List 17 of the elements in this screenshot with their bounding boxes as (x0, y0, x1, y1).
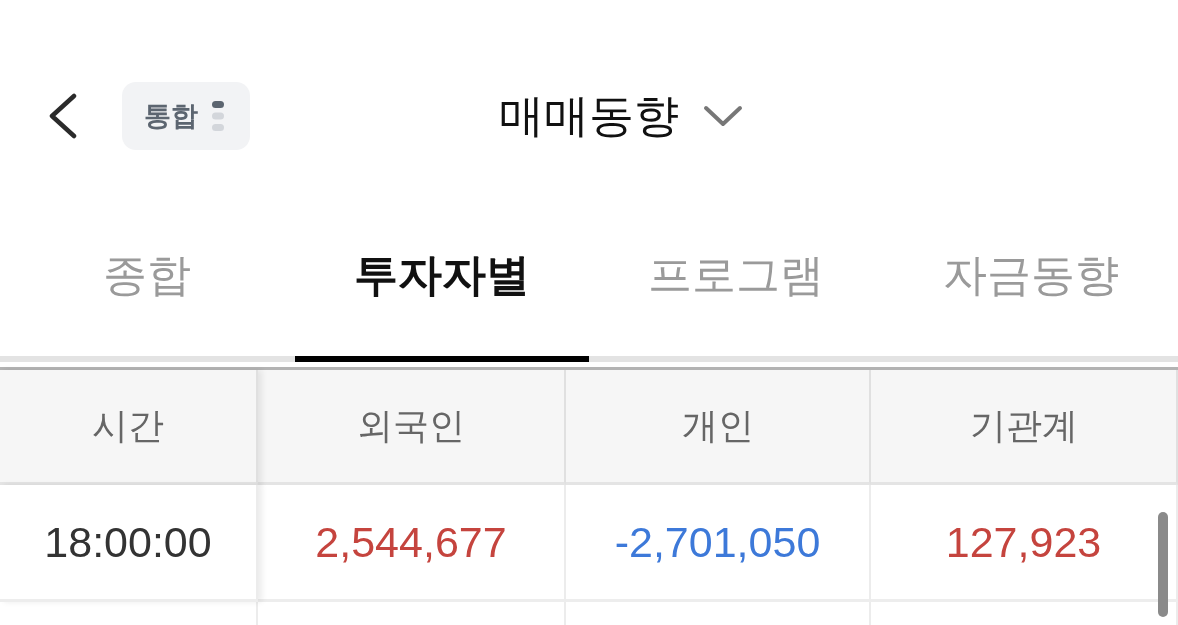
dots-icon (212, 101, 224, 131)
table-cell: 18:00:00 (44, 517, 212, 567)
chevron-left-icon (48, 93, 78, 139)
column-header: 시간 (0, 370, 258, 485)
tab[interactable]: 종합 (0, 202, 295, 362)
title-dropdown[interactable]: 매매동향 (435, 86, 743, 146)
table-cell: -2,701,050 (614, 517, 821, 567)
tab[interactable]: 자금동향 (883, 202, 1178, 362)
table-cell: 2,544,677 (315, 517, 507, 567)
column-header: 외국인 (258, 370, 566, 485)
column-header: 개인 (566, 370, 871, 485)
market-toggle[interactable]: 통합 (122, 82, 250, 150)
column-header: 기관계 (871, 370, 1178, 485)
table-cell: 127,923 (945, 517, 1102, 567)
tab[interactable]: 투자자별 (294, 202, 589, 362)
chevron-down-icon (703, 105, 743, 127)
tab[interactable]: 프로그램 (589, 202, 884, 362)
